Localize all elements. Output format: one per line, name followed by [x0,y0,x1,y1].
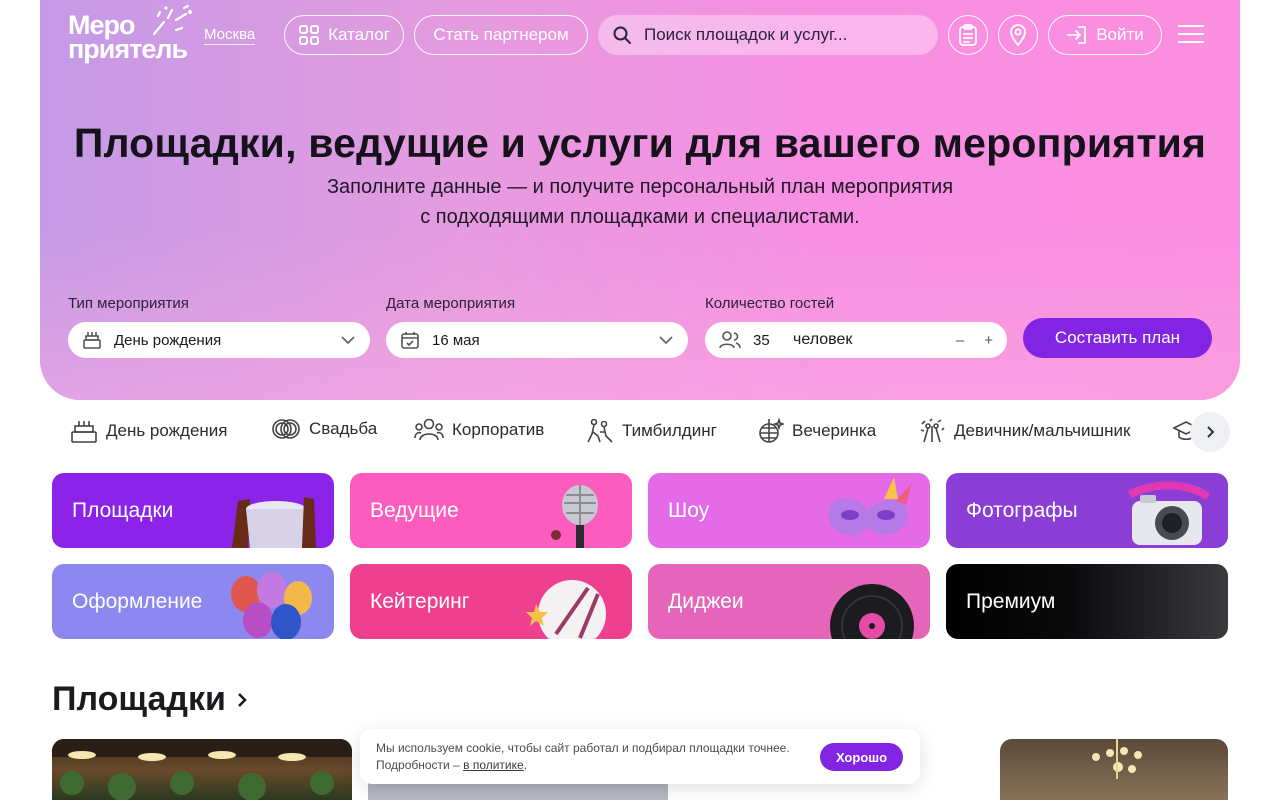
tile-label: Площадки [72,499,174,522]
balloons-icon [231,572,312,639]
calendar-icon [401,332,419,349]
category-teambuilding[interactable]: Тимбилдинг [586,418,717,444]
event-type-select[interactable]: День рождения [68,322,370,358]
date-label: Дата мероприятия [386,295,516,312]
hero-title: Площадки, ведущие и услуги для вашего ме… [73,120,1207,166]
category-corporate[interactable]: Корпоратив [414,418,544,442]
venues-section-title[interactable]: Площадки [52,680,248,719]
category-party[interactable]: Вечеринка [756,418,876,444]
location-pin-icon [1010,24,1026,46]
map-button[interactable] [998,15,1038,55]
hero-subtitle-line2: с подходящими площадками и специалистами… [420,206,860,228]
tile-label: Кейтеринг [370,590,470,613]
categories-next-button[interactable] [1190,412,1230,452]
create-plan-button[interactable]: Составить план [1023,318,1212,358]
grid-icon [299,25,320,45]
tile-label: Фотографы [966,499,1078,522]
teambuilding-icon [587,418,613,443]
date-value: 16 мая [432,331,480,349]
plate-cutlery-icon [526,580,606,639]
search-input[interactable]: Поиск площадок и услуг... [598,15,938,55]
venue-chandelier-image [1092,739,1142,779]
login-label: Войти [1096,25,1144,44]
party-icon [920,418,945,443]
category-bachelor[interactable]: Девичник/мальчишник [918,418,1131,444]
cookie-message: Мы используем cookie, чтобы сайт работал… [376,741,790,772]
plans-button[interactable] [948,15,988,55]
tile-label: Шоу [668,499,710,522]
search-placeholder: Поиск площадок и услуг... [644,25,848,44]
rings-icon [272,419,300,439]
tile-label: Оформление [72,590,203,613]
login-button[interactable]: Войти [1048,15,1162,55]
cookie-end: . [523,758,528,772]
login-icon [1067,26,1087,44]
event-category-bar: День рождения Свадьба Корпоратив Тимбилд… [52,412,1230,454]
category-label: Тимбилдинг [622,421,717,440]
hero-subtitle-line1: Заполните данные — и получите персональн… [326,176,954,198]
chevron-down-icon [659,336,673,345]
chevron-right-icon [237,692,247,707]
event-type-value: День рождения [114,331,222,349]
hero-banner: Меро приятель Москва Каталог Стать партн… [40,0,1240,400]
tile-djs[interactable]: Диджеи [648,564,930,639]
cookie-text: Мы используем cookie, чтобы сайт работал… [376,740,796,774]
guests-value[interactable]: 35 [753,332,781,349]
guests-plus-button[interactable]: + [984,332,993,349]
cookie-banner: Мы используем cookie, чтобы сайт работал… [360,729,920,784]
cake-icon [71,421,97,443]
catalog-button[interactable]: Каталог [284,15,404,55]
table-chairs-icon [232,497,316,548]
camera-icon [1127,481,1211,545]
date-select[interactable]: 16 мая [386,322,688,358]
microphone-icon [551,485,598,548]
venues-title-text: Площадки [52,680,226,718]
catalog-label: Каталог [328,25,390,44]
cookie-ok-button[interactable]: Хорошо [820,743,903,771]
become-partner-button[interactable]: Стать партнером [414,15,588,55]
tile-label: Премиум [966,590,1056,613]
category-birthday[interactable]: День рождения [70,418,228,444]
city-selector[interactable]: Москва [204,26,256,45]
tile-photographers[interactable]: Фотографы [946,473,1228,548]
tile-decor[interactable]: Оформление [52,564,334,639]
people-icon [414,418,444,441]
tile-label: Диджеи [668,590,744,613]
search-icon [613,26,631,44]
event-type-label: Тип мероприятия [68,295,189,312]
category-wedding[interactable]: Свадьба [271,418,377,440]
disco-ball-icon [759,418,784,443]
guests-label: Количество гостей [705,295,835,312]
chevron-down-icon [341,336,355,345]
guests-minus-button[interactable]: – [956,332,964,349]
tile-hosts[interactable]: Ведущие [350,473,632,548]
guests-unit: человек [793,331,853,348]
partner-label: Стать партнером [433,25,569,44]
mask-icon [828,477,912,536]
cookie-policy-link[interactable]: в политике [463,758,524,772]
guests-field[interactable]: 35 человек – + [705,322,1007,358]
tile-venues[interactable]: Площадки [52,473,334,548]
category-label: Свадьба [309,419,378,438]
venue-photo[interactable] [52,739,352,800]
tile-catering[interactable]: Кейтеринг [350,564,632,639]
category-label: Девичник/мальчишник [954,421,1131,440]
tile-premium[interactable]: Премиум [946,564,1228,639]
chevron-right-icon [1207,426,1215,438]
clipboard-icon [959,24,977,46]
tile-label: Ведущие [370,499,459,522]
category-label: Вечеринка [792,421,877,440]
fireworks-icon [152,4,192,36]
venue-photo[interactable] [1000,739,1228,800]
cake-icon [83,332,101,349]
category-label: День рождения [106,421,228,440]
logo[interactable]: Меро приятель [68,4,198,64]
hero-subtitle: Заполните данные — и получите персональн… [40,172,1240,232]
tile-shows[interactable]: Шоу [648,473,930,548]
venue-lights-image [52,739,352,800]
category-label: Корпоратив [452,420,545,439]
menu-icon[interactable] [1178,24,1204,44]
users-icon [719,331,741,349]
vinyl-icon [830,584,914,639]
